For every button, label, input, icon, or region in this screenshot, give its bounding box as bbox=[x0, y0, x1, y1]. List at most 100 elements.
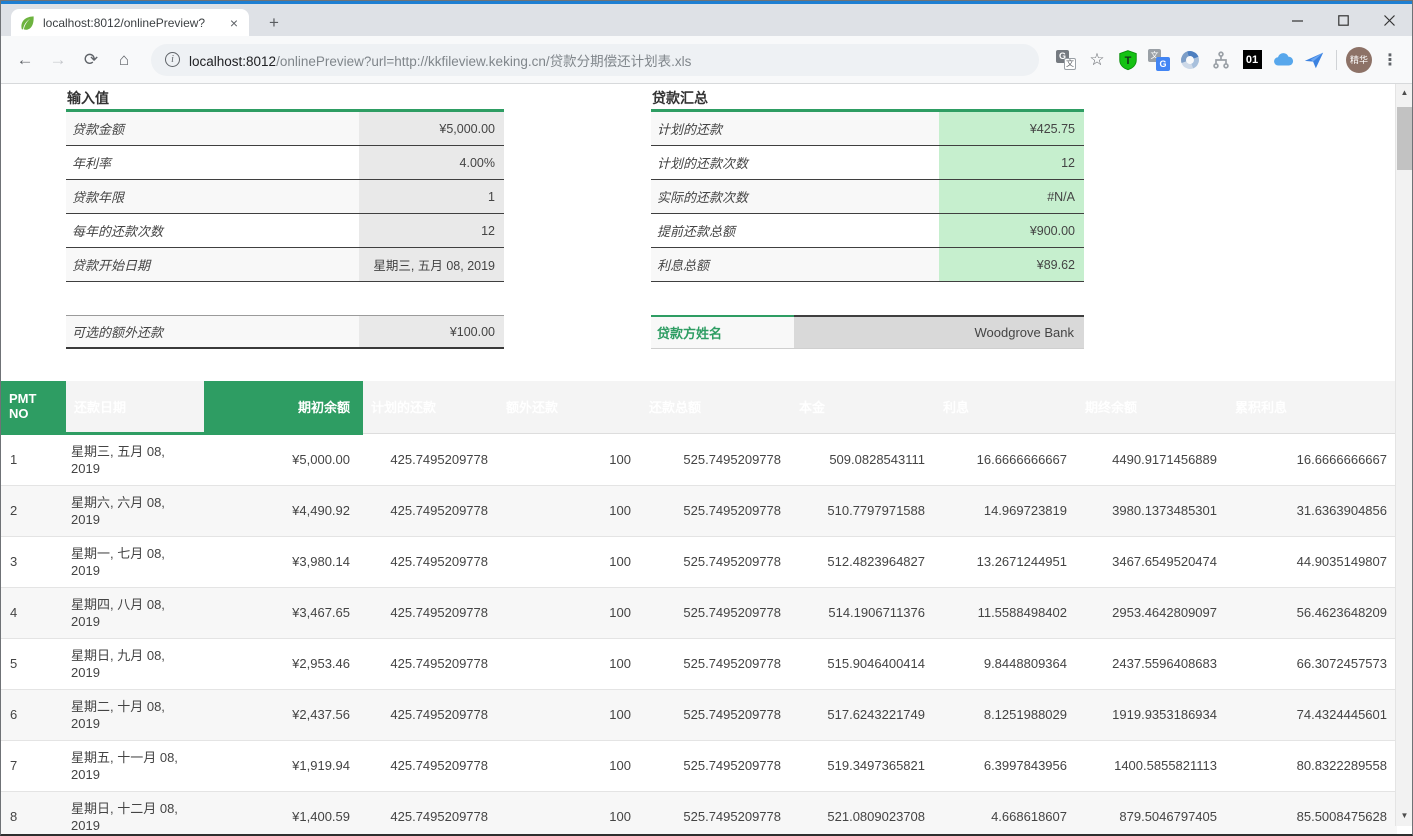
row-label: 贷款开始日期 bbox=[66, 248, 359, 281]
table-cell: 525.7495209778 bbox=[641, 689, 791, 740]
table-cell: 16.6666666667 bbox=[1227, 433, 1397, 485]
star-glyph: ☆ bbox=[1089, 50, 1104, 70]
table-cell: 425.7495209778 bbox=[363, 536, 498, 587]
table-cell: 100 bbox=[498, 536, 641, 587]
table-cell: 521.0809023708 bbox=[791, 791, 935, 834]
table-cell: 1919.9353186934 bbox=[1077, 689, 1227, 740]
reload-button[interactable]: ⟳ bbox=[77, 46, 105, 74]
toolbar-divider bbox=[1336, 50, 1337, 70]
browser-tab[interactable]: localhost:8012/onlinePreview? × bbox=[11, 9, 249, 36]
row-label: 贷款年限 bbox=[66, 180, 359, 213]
profile-avatar[interactable]: 精华 bbox=[1345, 46, 1373, 74]
scroll-down-arrow[interactable]: ▼ bbox=[1396, 807, 1412, 824]
new-tab-button[interactable]: + bbox=[263, 12, 285, 34]
table-cell: 14.969723819 bbox=[935, 485, 1077, 536]
table-row: 2星期六, 六月 08, 2019¥4,490.92425.7495209778… bbox=[1, 485, 1397, 536]
table-cell: ¥1,400.59 bbox=[204, 791, 363, 834]
table-header-row: PMT NO还款日期期初余额计划的还款额外还款还款总额本金利息期终余额累积利息 bbox=[1, 381, 1397, 433]
table-cell: 16.6666666667 bbox=[935, 433, 1077, 485]
scroll-up-arrow[interactable]: ▲ bbox=[1396, 84, 1412, 101]
table-cell: 8.1251988029 bbox=[935, 689, 1077, 740]
table-row: 3星期一, 七月 08, 2019¥3,980.14425.7495209778… bbox=[1, 536, 1397, 587]
window-minimize-button[interactable] bbox=[1274, 4, 1320, 36]
table-cell: 100 bbox=[498, 587, 641, 638]
row-value: ¥5,000.00 bbox=[359, 112, 504, 145]
table-cell: 515.9046400414 bbox=[791, 638, 935, 689]
summary-title: 贷款汇总 bbox=[652, 88, 708, 108]
extension-sitemap-icon[interactable] bbox=[1207, 46, 1235, 74]
table-cell: 3980.1373485301 bbox=[1077, 485, 1227, 536]
extension-01-icon[interactable]: 01 bbox=[1238, 46, 1266, 74]
table-cell: 85.5008475628 bbox=[1227, 791, 1397, 834]
table-cell: ¥5,000.00 bbox=[204, 433, 363, 485]
row-value: ¥900.00 bbox=[939, 214, 1084, 247]
table-cell: 517.6243221749 bbox=[791, 689, 935, 740]
extension-tampermonkey-icon[interactable]: T bbox=[1114, 46, 1142, 74]
table-cell: 6 bbox=[1, 689, 66, 740]
lender-label: 贷款方姓名 bbox=[651, 315, 794, 348]
url-text: localhost:8012/onlinePreview?url=http://… bbox=[189, 50, 691, 70]
forward-button[interactable]: → bbox=[44, 46, 72, 74]
amortization-table: PMT NO还款日期期初余额计划的还款额外还款还款总额本金利息期终余额累积利息1… bbox=[1, 381, 1397, 834]
row-label: 年利率 bbox=[66, 146, 359, 179]
row-label: 提前还款总额 bbox=[651, 214, 939, 247]
table-cell: 5 bbox=[1, 638, 66, 689]
extension-cloud-icon[interactable] bbox=[1269, 46, 1297, 74]
tab-title: localhost:8012/onlinePreview? bbox=[43, 16, 227, 30]
extension-ring-icon[interactable] bbox=[1176, 46, 1204, 74]
scroll-thumb[interactable] bbox=[1397, 107, 1412, 170]
table-cell: 星期三, 五月 08, 2019 bbox=[66, 433, 204, 485]
back-button[interactable]: ← bbox=[11, 46, 39, 74]
summary-table: 计划的还款¥425.75计划的还款次数12实际的还款次数#N/A提前还款总额¥9… bbox=[651, 112, 1084, 282]
table-cell: 100 bbox=[498, 740, 641, 791]
svg-text:T: T bbox=[1125, 55, 1132, 67]
col-header: 额外还款 bbox=[498, 381, 641, 433]
home-button[interactable]: ⌂ bbox=[110, 46, 138, 74]
browser-window: localhost:8012/onlinePreview? × + ← → ⟳ … bbox=[0, 0, 1413, 836]
page-info-icon[interactable]: i bbox=[165, 52, 180, 67]
table-row: 7星期五, 十一月 08, 2019¥1,919.94425.749520977… bbox=[1, 740, 1397, 791]
table-cell: 425.7495209778 bbox=[363, 791, 498, 834]
table-cell: 425.7495209778 bbox=[363, 433, 498, 485]
table-cell: 2437.5596408683 bbox=[1077, 638, 1227, 689]
row-value: 星期三, 五月 08, 2019 bbox=[359, 248, 504, 281]
inputs-table: 贷款金额¥5,000.00年利率4.00%贷款年限1每年的还款次数12贷款开始日… bbox=[66, 112, 504, 282]
bookmark-star-icon[interactable]: ☆ bbox=[1083, 46, 1111, 74]
window-maximize-button[interactable] bbox=[1320, 4, 1366, 36]
translate-page-icon[interactable]: G 文 bbox=[1052, 46, 1080, 74]
col-header: 计划的还款 bbox=[363, 381, 498, 433]
table-cell: 100 bbox=[498, 433, 641, 485]
table-cell: 8 bbox=[1, 791, 66, 834]
table-cell: 4490.9171456889 bbox=[1077, 433, 1227, 485]
table-cell: 6.3997843956 bbox=[935, 740, 1077, 791]
extension-translate-icon[interactable]: 文 G bbox=[1145, 46, 1173, 74]
summary-row: 计划的还款次数12 bbox=[651, 146, 1084, 180]
window-close-button[interactable] bbox=[1366, 4, 1412, 36]
table-row: 6星期二, 十月 08, 2019¥2,437.56425.7495209778… bbox=[1, 689, 1397, 740]
row-label: 计划的还款次数 bbox=[651, 146, 939, 179]
table-cell: 74.4324445601 bbox=[1227, 689, 1397, 740]
vertical-scrollbar[interactable]: ▲ ▼ bbox=[1395, 84, 1412, 826]
browser-menu-icon[interactable]: ⋮ bbox=[1376, 46, 1404, 74]
summary-row: 实际的还款次数#N/A bbox=[651, 180, 1084, 214]
table-cell: 9.8448809364 bbox=[935, 638, 1077, 689]
donut-shape bbox=[1178, 48, 1202, 72]
table-cell: 11.5588498402 bbox=[935, 587, 1077, 638]
col-header: 期初余额 bbox=[204, 381, 363, 433]
table-cell: 525.7495209778 bbox=[641, 433, 791, 485]
table-cell: 100 bbox=[498, 689, 641, 740]
table-cell: 519.3497365821 bbox=[791, 740, 935, 791]
table-cell: 星期日, 九月 08, 2019 bbox=[66, 638, 204, 689]
col-header: 还款总额 bbox=[641, 381, 791, 433]
table-cell: 512.4823964827 bbox=[791, 536, 935, 587]
tab-close-icon[interactable]: × bbox=[227, 15, 241, 31]
row-value: ¥89.62 bbox=[939, 248, 1084, 281]
translate-wen-glyph: 文 bbox=[1064, 58, 1076, 70]
extension-bird-icon[interactable] bbox=[1300, 46, 1328, 74]
table-cell: ¥2,953.46 bbox=[204, 638, 363, 689]
window-controls bbox=[1274, 4, 1412, 36]
table-cell: 100 bbox=[498, 485, 641, 536]
row-label: 贷款金额 bbox=[66, 112, 359, 145]
input-row: 每年的还款次数12 bbox=[66, 214, 504, 248]
address-bar[interactable]: i localhost:8012/onlinePreview?url=http:… bbox=[151, 44, 1039, 76]
